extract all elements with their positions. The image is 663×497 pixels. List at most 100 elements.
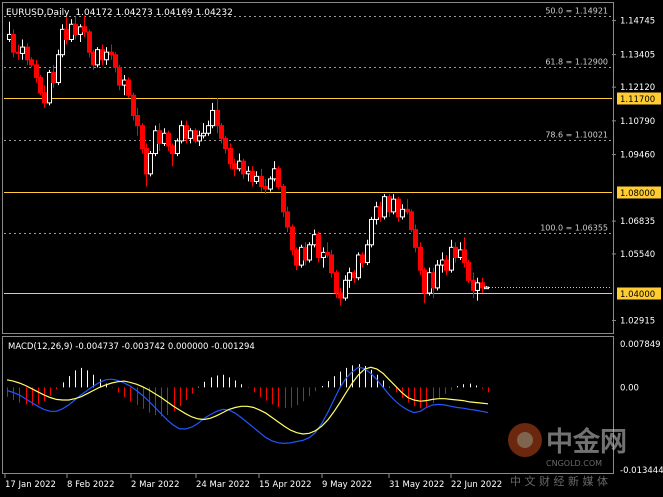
bull-candle	[7, 33, 12, 40]
bear-candle	[29, 59, 34, 66]
bear-candle	[241, 160, 246, 175]
fib-level-label: 50.0 = 1.14921	[545, 7, 608, 16]
price-tick-label: 1.09460	[620, 151, 655, 161]
bear-candle	[157, 130, 162, 144]
fib-level-label: 100.0 = 1.06355	[540, 224, 608, 233]
bear-candle	[480, 282, 485, 289]
bear-candle	[444, 259, 449, 271]
bear-candle	[405, 208, 410, 213]
bull-candle	[246, 170, 251, 175]
bear-candle	[215, 109, 220, 127]
bull-candle	[475, 282, 480, 291]
bear-candle	[16, 51, 21, 54]
bear-candle	[409, 211, 414, 231]
bear-candle	[431, 272, 436, 289]
macd-tick-label: -0.013444	[620, 466, 663, 476]
watermark-subtitle: 中 文 财 经 新 媒 体	[510, 474, 608, 488]
bear-candle	[462, 249, 467, 264]
symbol-label: EURUSD,Daily 1.04172 1.04273 1.04169 1.04…	[6, 8, 233, 18]
bear-candle	[193, 130, 198, 142]
price-tick-label: 1.14745	[620, 17, 655, 27]
bear-candle	[263, 186, 268, 190]
bear-candle	[228, 147, 233, 165]
bear-candle	[325, 251, 330, 256]
bull-candle	[95, 49, 100, 66]
bull-candle	[440, 259, 445, 266]
bear-candle	[109, 51, 114, 56]
macd-tick-label: 0.00	[620, 383, 639, 393]
bull-candle	[20, 46, 25, 54]
bear-candle	[471, 279, 476, 291]
bear-candle	[131, 94, 136, 117]
bull-candle	[374, 206, 379, 220]
bull-candle	[56, 54, 61, 84]
bull-candle	[391, 198, 396, 213]
bear-candle	[117, 66, 122, 86]
bull-candle	[104, 51, 109, 61]
bear-candle	[290, 226, 295, 251]
date-tick-label: 9 May 2022	[322, 480, 372, 490]
bear-candle	[64, 28, 69, 40]
bear-candle	[126, 79, 131, 96]
bull-candle	[449, 246, 454, 271]
bear-candle	[387, 196, 392, 213]
date-tick-label: 17 Jan 2022	[5, 480, 56, 490]
bull-candle	[206, 125, 211, 134]
bull-candle	[162, 132, 167, 144]
bull-candle	[400, 208, 405, 218]
chart-background	[0, 0, 663, 497]
bear-candle	[166, 132, 171, 147]
bear-candle	[91, 51, 96, 66]
bear-candle	[73, 23, 78, 35]
macd-header: MACD(12,26,9) -0.004737 -0.003742 0.0000…	[8, 342, 255, 352]
bear-candle	[87, 31, 92, 53]
bear-candle	[38, 77, 43, 94]
bear-candle	[51, 71, 56, 84]
bear-candle	[34, 64, 39, 79]
bear-candle	[144, 147, 149, 175]
bull-candle	[201, 132, 206, 137]
bull-candle	[148, 153, 153, 175]
bull-candle	[60, 28, 65, 56]
bull-candle	[382, 196, 387, 218]
bear-candle	[100, 49, 105, 61]
bear-candle	[219, 125, 224, 139]
bear-candle	[413, 229, 418, 248]
bear-candle	[303, 246, 308, 261]
bull-candle	[210, 109, 215, 127]
bull-candle	[427, 272, 432, 294]
bear-candle	[418, 246, 423, 271]
bull-candle	[343, 279, 348, 299]
price-tick-label: 1.10790	[620, 117, 655, 127]
bear-candle	[352, 272, 357, 279]
bear-candle	[281, 186, 286, 213]
macd-tick-label: 0.007849	[620, 340, 661, 350]
bear-candle	[422, 269, 427, 294]
bear-candle	[338, 292, 343, 299]
bear-candle	[223, 137, 228, 149]
bear-candle	[42, 92, 47, 104]
bull-candle	[188, 130, 193, 139]
bear-candle	[11, 33, 16, 53]
bear-candle	[135, 115, 140, 127]
bear-candle	[329, 254, 334, 274]
bear-candle	[378, 206, 383, 218]
bear-candle	[316, 234, 321, 258]
bull-candle	[435, 264, 440, 289]
fib-level-label: 61.8 = 1.12900	[545, 58, 608, 67]
date-tick-label: 8 Feb 2022	[67, 480, 115, 490]
bear-candle	[396, 198, 401, 218]
bull-candle	[268, 178, 273, 190]
bull-candle	[307, 244, 312, 261]
bull-candle	[197, 135, 202, 142]
price-tick-label: 1.13405	[620, 51, 655, 61]
bear-candle	[276, 168, 281, 188]
bull-candle	[299, 246, 304, 266]
bull-candle	[69, 23, 74, 40]
bear-candle	[170, 145, 175, 155]
date-tick-label: 22 Jun 2022	[451, 480, 502, 490]
bull-candle	[458, 249, 463, 258]
price-level-tag-label: 1.11700	[620, 95, 655, 105]
bull-candle	[175, 140, 180, 155]
bear-candle	[82, 26, 87, 33]
